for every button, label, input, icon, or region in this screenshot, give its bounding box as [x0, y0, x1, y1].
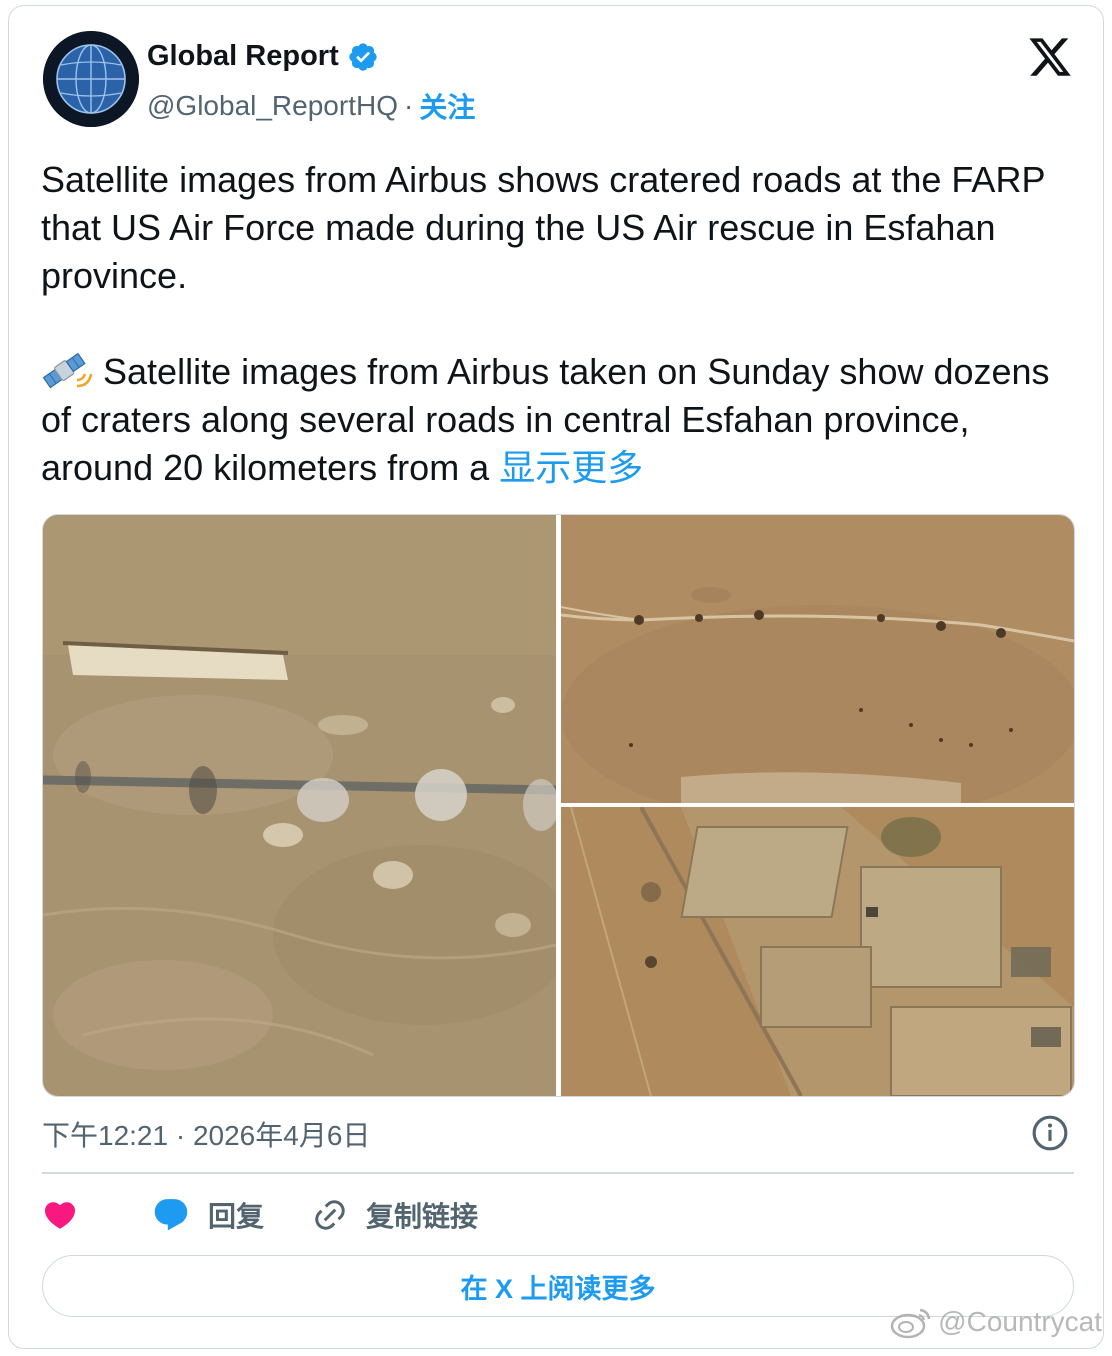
- satellite-image-crater-line[interactable]: [561, 515, 1074, 803]
- satellite-image-fields[interactable]: [561, 807, 1074, 1096]
- avatar[interactable]: [43, 31, 139, 127]
- like-button[interactable]: [42, 1197, 152, 1233]
- heart-icon: [44, 1202, 76, 1229]
- globe-icon: [43, 31, 139, 127]
- handle-separator: ·: [403, 90, 414, 121]
- satellite-icon: [41, 350, 93, 390]
- tweet-embed-card: Global Report @Global_ReportHQ · 关注 Sate…: [8, 5, 1104, 1349]
- watermark: @Countrycat: [890, 1304, 1102, 1340]
- tweet-text: Satellite images from Airbus shows crate…: [41, 156, 1081, 492]
- reply-button[interactable]: 回复: [152, 1195, 312, 1235]
- tweet-paragraph-2: Satellite images from Airbus taken on Su…: [41, 348, 1081, 492]
- reply-label[interactable]: 回复: [208, 1195, 264, 1235]
- info-icon[interactable]: [1031, 1114, 1069, 1152]
- copy-link-label[interactable]: 复制链接: [366, 1195, 478, 1235]
- weibo-icon: [890, 1308, 931, 1339]
- author-name-row[interactable]: Global Report: [147, 40, 379, 73]
- watermark-text: @Countrycat: [938, 1306, 1102, 1337]
- verified-badge-icon: [347, 41, 379, 73]
- link-icon: [315, 1200, 345, 1230]
- timestamp-separator: ·: [175, 1120, 186, 1151]
- divider: [42, 1172, 1074, 1174]
- author-name[interactable]: Global Report: [147, 40, 339, 73]
- satellite-image-road-craters[interactable]: [43, 515, 556, 1096]
- tweet-paragraph-1: Satellite images from Airbus shows crate…: [41, 159, 1045, 296]
- action-bar: 回复 复制链接: [42, 1192, 478, 1238]
- tweet-timestamp[interactable]: 下午12:21 · 2026年4月6日: [42, 1114, 370, 1154]
- show-more-link[interactable]: 显示更多: [499, 447, 643, 488]
- tweet-date[interactable]: 2026年4月6日: [193, 1120, 370, 1151]
- reply-bubble-icon: [154, 1199, 188, 1231]
- follow-button[interactable]: 关注: [419, 86, 475, 126]
- author-handle[interactable]: @Global_ReportHQ: [147, 90, 398, 122]
- copy-link-button[interactable]: 复制链接: [312, 1195, 478, 1235]
- author-handle-row: @Global_ReportHQ · 关注: [147, 86, 475, 126]
- x-logo-icon[interactable]: [1027, 34, 1073, 80]
- media-grid: [42, 514, 1075, 1097]
- tweet-time[interactable]: 下午12:21: [42, 1120, 168, 1151]
